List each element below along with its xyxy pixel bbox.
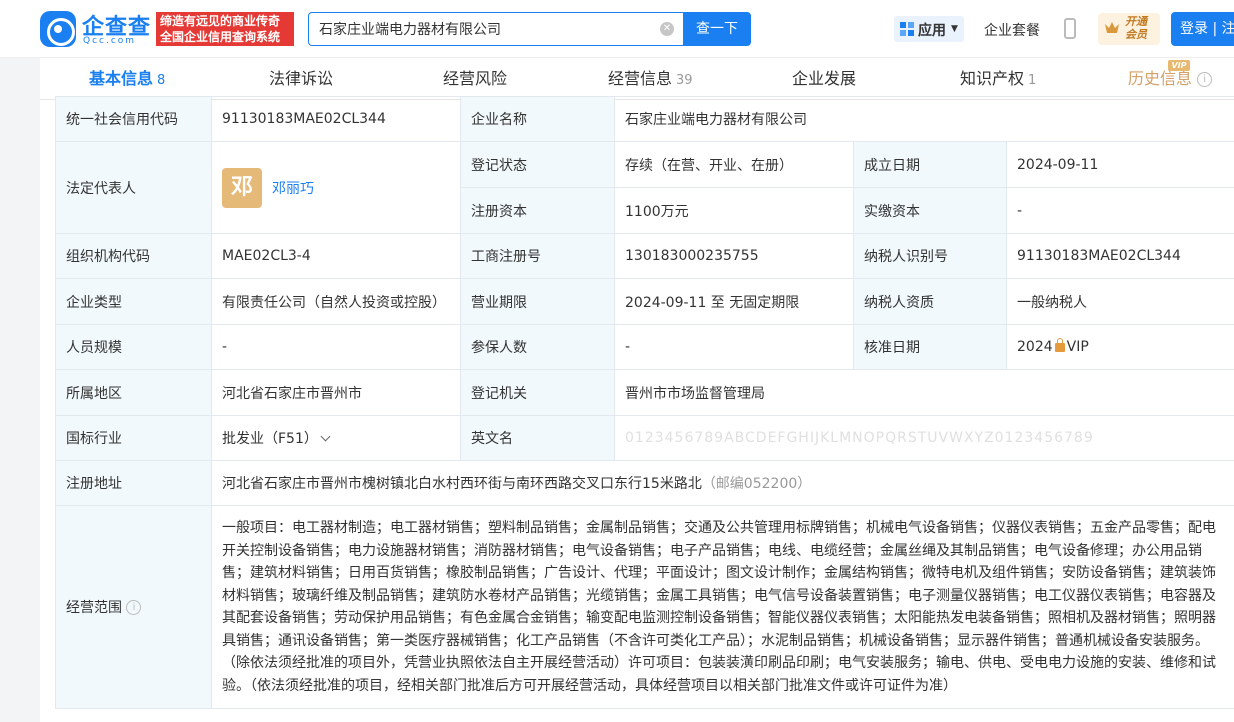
app-menu-label: 应用 <box>918 23 946 39</box>
search-box: ✕ <box>308 12 684 46</box>
field-label: 登记机关 <box>460 369 615 416</box>
insured-count-value: - <box>614 324 854 370</box>
chevron-down-icon <box>320 431 331 442</box>
field-label: 所属地区 <box>55 369 212 416</box>
slogan-line-2: 全国企业信用查询系统 <box>160 30 281 44</box>
slogan-banner: 缔造有远见的商业传奇 全国企业信用查询系统 <box>156 12 294 46</box>
top-header: 企查查 Qcc.com 缔造有远见的商业传奇 全国企业信用查询系统 ✕ 查一下 … <box>0 0 1234 58</box>
table-row: 所属地区 河北省石家庄市晋州市 登记机关 晋州市市场监督管理局 <box>55 369 1234 416</box>
field-label: 统一社会信用代码 <box>55 96 212 142</box>
company-type-value: 有限责任公司（自然人投资或控股） <box>211 278 461 325</box>
table-row: 国标行业 批发业（F51） 英文名 0123456789ABCDEFGHIJKL… <box>55 415 1234 461</box>
mobile-phone-icon[interactable] <box>1064 18 1076 39</box>
clear-icon[interactable]: ✕ <box>660 22 674 36</box>
field-label: 企业类型 <box>55 278 212 325</box>
table-row: 人员规模 - 参保人数 - 核准日期 2024 VIP <box>55 324 1234 370</box>
english-name-locked[interactable]: 0123456789ABCDEFGHIJKLMNOPQRSTUVWXYZ0123… <box>613 415 1234 461</box>
region-value: 河北省石家庄市晋州市 <box>211 369 461 416</box>
tab-intellectual-property[interactable]: 知识产权 1 <box>960 58 1036 100</box>
field-label: 实缴资本 <box>853 187 1007 234</box>
info-icon[interactable]: i <box>126 600 142 615</box>
logo-domain: Qcc.com <box>83 36 137 46</box>
field-label: 企业名称 <box>460 96 615 142</box>
paid-capital-value: - <box>1005 187 1234 234</box>
logo[interactable]: 企查查 Qcc.com <box>40 11 150 47</box>
login-button[interactable]: 登录 | 注 <box>1171 12 1234 46</box>
legal-rep-cell: 邓 邓丽巧 <box>211 141 461 234</box>
vip-badge: VIP <box>1168 60 1190 71</box>
field-label: 经营范围 i <box>55 505 212 709</box>
logo-icon <box>40 11 76 47</box>
open-vip-label: 开通 会员 <box>1125 15 1147 41</box>
tab-business-risk[interactable]: 经营风险 <box>443 58 507 100</box>
info-icon: i <box>1197 72 1213 87</box>
business-term-value: 2024-09-11 至 无固定期限 <box>614 278 854 325</box>
lock-icon <box>1054 338 1065 352</box>
field-label: 参保人数 <box>460 324 615 370</box>
reg-capital-value: 1100万元 <box>614 187 854 234</box>
field-label: 营业期限 <box>460 278 615 325</box>
search-button[interactable]: 查一下 <box>683 12 751 46</box>
tab-legal-litigation[interactable]: 法律诉讼 <box>269 58 333 100</box>
field-label: 注册地址 <box>55 460 212 506</box>
field-label: 英文名 <box>460 415 615 461</box>
postcode: （邮编052200） <box>701 476 812 492</box>
table-row: 注册地址 河北省石家庄市晋州市槐树镇北白水村西环街与南环西路交叉口东行15米路北… <box>55 460 1234 506</box>
credit-code-value: 91130183MAE02CL344 <box>211 96 461 142</box>
slogan-line-1: 缔造有远见的商业传奇 <box>160 14 281 28</box>
address-value: 河北省石家庄市晋州市槐树镇北白水村西环街与南环西路交叉口东行15米路北（邮编05… <box>210 460 1234 506</box>
field-label: 纳税人资质 <box>853 278 1007 325</box>
tab-business-info[interactable]: 经营信息 39 <box>608 58 693 100</box>
left-gutter <box>0 58 40 722</box>
tab-enterprise-development[interactable]: 企业发展 <box>792 58 856 100</box>
org-code-value: MAE02CL3-4 <box>211 233 461 279</box>
legal-rep-link[interactable]: 邓丽巧 <box>272 178 314 198</box>
field-label: 国标行业 <box>55 415 212 461</box>
field-label: 纳税人识别号 <box>853 233 1007 279</box>
grid-icon <box>900 22 914 36</box>
app-menu-button[interactable]: 应用 ▼ <box>894 16 964 42</box>
field-label: 人员规模 <box>55 324 212 370</box>
taxpayer-id-value: 91130183MAE02CL344 <box>1005 233 1234 279</box>
tab-basic-info[interactable]: 基本信息 8 <box>89 58 165 100</box>
open-vip-button[interactable]: 开通 会员 <box>1098 13 1160 45</box>
basic-info-table: 统一社会信用代码 91130183MAE02CL344 企业名称 石家庄业端电力… <box>55 96 1234 709</box>
business-scope-value: 一般项目：电工器材制造；电工器材销售；塑料制品销售；金属制品销售；交通及公共管理… <box>210 505 1234 709</box>
field-label: 工商注册号 <box>460 233 615 279</box>
field-label: 组织机构代码 <box>55 233 212 279</box>
field-label: 注册资本 <box>460 187 615 234</box>
table-row: 组织机构代码 MAE02CL3-4 工商注册号 130183000235755 … <box>55 233 1234 279</box>
avatar[interactable]: 邓 <box>222 168 262 208</box>
industry-value[interactable]: 批发业（F51） <box>211 415 461 461</box>
field-label: 成立日期 <box>853 141 1007 188</box>
section-tabs: 基本信息 8 法律诉讼 经营风险 经营信息 39 企业发展 知识产权 1 历史信息 i… <box>40 58 1234 100</box>
crown-icon <box>1105 22 1119 33</box>
enterprise-plan-link[interactable]: 企业套餐 <box>984 20 1040 40</box>
approval-date-locked[interactable]: 2024 VIP <box>1005 324 1234 370</box>
table-row: 法定代表人 邓 邓丽巧 登记状态 存续（在营、开业、在册） 成立日期 2024-… <box>55 141 1234 234</box>
field-label: 核准日期 <box>853 324 1007 370</box>
table-row: 统一社会信用代码 91130183MAE02CL344 企业名称 石家庄业端电力… <box>55 96 1234 142</box>
table-row: 经营范围 i 一般项目：电工器材制造；电工器材销售；塑料制品销售；金属制品销售；… <box>55 505 1234 709</box>
established-date-value: 2024-09-11 <box>1005 141 1234 188</box>
reg-status-value: 存续（在营、开业、在册） <box>614 141 854 188</box>
company-name-value: 石家庄业端电力器材有限公司 <box>613 96 1234 142</box>
table-row: 企业类型 有限责任公司（自然人投资或控股） 营业期限 2024-09-11 至 … <box>55 278 1234 325</box>
field-label: 登记状态 <box>460 141 615 188</box>
field-label: 法定代表人 <box>55 141 212 234</box>
taxpayer-qual-value: 一般纳税人 <box>1005 278 1234 325</box>
authority-value: 晋州市市场监督管理局 <box>613 369 1234 416</box>
biz-reg-no-value: 130183000235755 <box>614 233 854 279</box>
search-input[interactable] <box>309 13 649 45</box>
staff-size-value: - <box>211 324 461 370</box>
caret-down-icon: ▼ <box>951 24 958 34</box>
